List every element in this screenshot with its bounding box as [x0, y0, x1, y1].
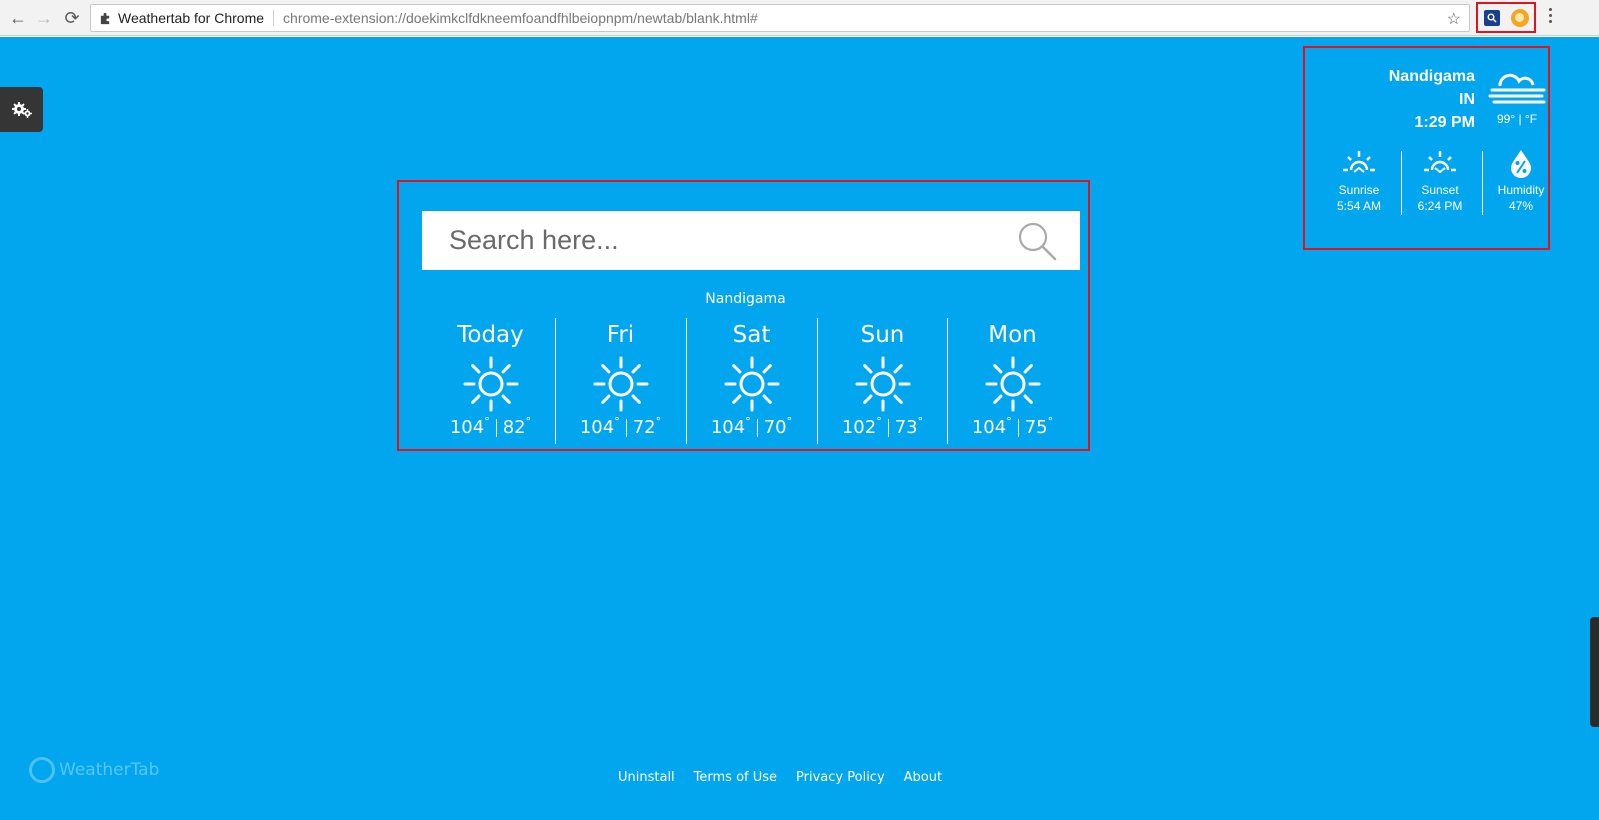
omnibox-extension-chip: Weathertab for Chrome [91, 10, 264, 26]
sun-icon [855, 356, 910, 412]
footer-links: Uninstall Terms of Use Privacy Policy Ab… [618, 770, 942, 785]
forecast-day-name: Fri [606, 322, 635, 348]
sun-icon [985, 356, 1040, 412]
forecast-low: 70 [763, 417, 787, 438]
forecast-high: 104 [710, 417, 746, 438]
forecast-temps: 104 ° 82 ° [449, 415, 532, 438]
settings-button[interactable] [0, 87, 43, 132]
sun-icon [724, 356, 779, 412]
puzzle-piece-icon [100, 12, 110, 24]
forecast-day-name: Mon [988, 322, 1037, 348]
omnibox-divider [273, 10, 275, 26]
forecast-day: Mon 104 ° 75 ° [947, 318, 1078, 446]
gears-icon [11, 101, 32, 118]
privacy-link[interactable]: Privacy Policy [796, 770, 885, 785]
forecast-low: 72 [632, 417, 656, 438]
forecast-high: 102 [841, 417, 877, 438]
current-weather-panel: Nandigama IN 1:29 PM 99° | °F Sunrise 5:… [1303, 46, 1550, 250]
forecast-low: 73 [894, 417, 918, 438]
forecast-day-name: Sat [732, 322, 771, 348]
browser-toolbar: ← → ⟳ Weathertab for Chrome chrome-exten… [0, 0, 1599, 36]
humidity-stat: Humidity 47% [1487, 148, 1555, 214]
about-link[interactable]: About [904, 770, 942, 785]
forecast-day: Today 104 ° 82 ° [425, 318, 556, 446]
sunrise-label: Sunrise [1338, 183, 1380, 197]
sunset-time: 6:24 PM [1417, 199, 1463, 213]
side-panel-handle[interactable] [1590, 617, 1599, 727]
sun-icon [593, 356, 648, 412]
sun-icon [463, 356, 518, 412]
humidity-drop-icon [1511, 150, 1531, 178]
forecast-day-name: Today [457, 322, 524, 348]
search-extension-icon[interactable] [1483, 9, 1500, 26]
stat-divider [1401, 151, 1402, 215]
sunrise-time: 5:54 AM [1336, 199, 1382, 213]
current-temperature[interactable]: 99° | °F [1497, 112, 1537, 126]
forecast-high: 104 [579, 417, 615, 438]
search-input[interactable] [449, 223, 1009, 257]
forecast-day: Sun 102 ° 73 ° [817, 318, 948, 446]
forecast-day: Fri 104 ° 72 ° [555, 318, 686, 446]
current-time: 1:29 PM [1414, 114, 1475, 131]
uninstall-link[interactable]: Uninstall [618, 770, 675, 785]
search-icon[interactable] [1016, 220, 1060, 264]
forecast-low: 75 [1024, 417, 1048, 438]
current-country: IN [1459, 91, 1475, 108]
search-bar [422, 211, 1080, 270]
forecast-temps: 104 ° 72 ° [579, 415, 662, 438]
weather-extension-icon[interactable] [1510, 8, 1529, 27]
haze-cloud-icon [1488, 73, 1546, 104]
stat-divider [1482, 151, 1483, 215]
current-city: Nandigama [1388, 68, 1475, 85]
forecast-high: 104 [449, 417, 485, 438]
humidity-value: 47% [1508, 199, 1534, 213]
logo-text: WeatherTab [59, 760, 160, 780]
humidity-label: Humidity [1497, 183, 1545, 197]
forecast-low: 82 [502, 417, 526, 438]
new-tab-page: Nandigama IN 1:29 PM 99° | °F Sunrise 5:… [0, 37, 1599, 820]
browser-menu-icon[interactable] [1549, 8, 1553, 23]
terms-link[interactable]: Terms of Use [694, 770, 777, 785]
forecast-temps: 104 ° 75 ° [971, 415, 1054, 438]
sunset-label: Sunset [1421, 183, 1459, 197]
forecast-temps: 104 ° 70 ° [710, 415, 793, 438]
url-text: chrome-extension://doekimkclfdkneemfoand… [283, 10, 758, 26]
tab-title: Weathertab for Chrome [118, 10, 265, 26]
weathertab-logo: WeatherTab [29, 757, 159, 783]
forecast-temps: 102 ° 73 ° [841, 415, 924, 438]
sunrise-icon [1343, 151, 1375, 173]
back-arrow-icon[interactable]: ← [6, 6, 30, 30]
logo-ring-icon [29, 757, 55, 783]
bookmark-star-icon[interactable]: ☆ [1447, 9, 1461, 29]
sunrise-stat: Sunrise 5:54 AM [1325, 148, 1393, 214]
forward-arrow-icon[interactable]: → [32, 6, 56, 30]
sunset-icon [1424, 151, 1456, 174]
reload-icon[interactable]: ⟳ [60, 6, 84, 30]
forecast-high: 104 [971, 417, 1007, 438]
forecast-day-name: Sun [860, 322, 905, 348]
extension-icons-group [1476, 2, 1536, 33]
search-forecast-panel: Nandigama Today 104° 82° Fri 104° 72° Sa… [397, 180, 1090, 451]
address-bar[interactable]: Weathertab for Chrome chrome-extension:/… [90, 4, 1470, 32]
forecast-city: Nandigama [705, 291, 786, 307]
sunset-stat: Sunset 6:24 PM [1406, 148, 1474, 214]
forecast-day: Sat 104 ° 70 ° [686, 318, 817, 446]
